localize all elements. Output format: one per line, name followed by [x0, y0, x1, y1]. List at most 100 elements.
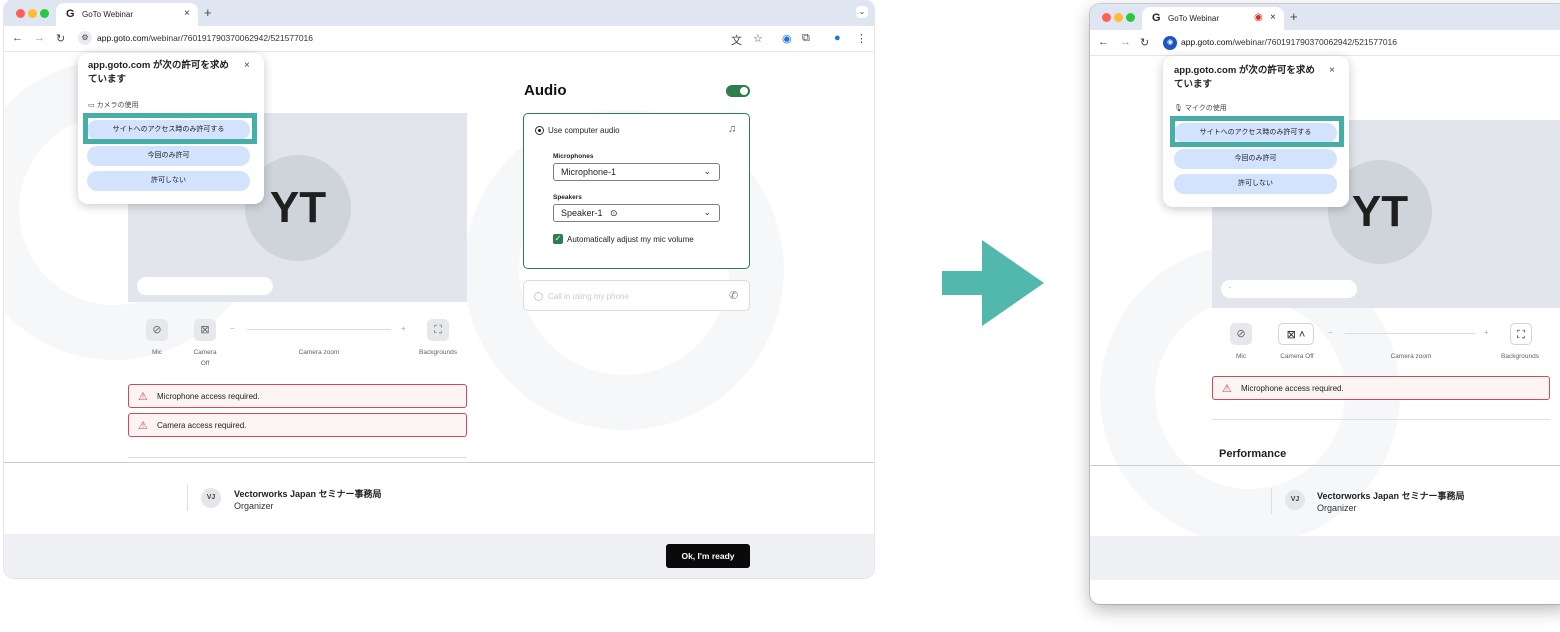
call-in-label: Call in using my phone — [548, 292, 629, 301]
mic-label: Mic — [1235, 353, 1247, 360]
ready-button[interactable]: Ok, I'm ready — [666, 544, 750, 568]
zoom-window-dot[interactable] — [1126, 13, 1135, 22]
performance-title: Performance — [1219, 448, 1287, 460]
audio-title: Audio — [524, 82, 567, 99]
footer-bar: Ok, I'm ready — [4, 534, 874, 578]
computer-audio-box[interactable]: Use computer audio ♫ Microphones Microph… — [523, 113, 750, 269]
mic-label: Mic — [151, 349, 163, 356]
tab-close-icon[interactable]: × — [1270, 12, 1276, 23]
use-computer-audio-label: Use computer audio — [548, 126, 620, 135]
microphones-label: Microphones — [553, 153, 594, 160]
forward-icon[interactable]: → — [34, 32, 45, 44]
speaker-select[interactable]: Speaker-1 ⊙ ⌄ — [553, 204, 720, 222]
mic-off-icon[interactable]: ⊘ — [1230, 323, 1252, 345]
organizer-role: Organizer — [1317, 503, 1357, 513]
footer-bar — [1090, 536, 1560, 580]
backgrounds-label: Backgrounds — [1501, 353, 1539, 360]
close-window-dot[interactable] — [16, 9, 25, 18]
profile-icon[interactable]: ● — [834, 32, 841, 44]
auto-adjust-label: Automatically adjust my mic volume — [567, 235, 694, 244]
translate-icon[interactable]: 文 — [731, 32, 742, 48]
minimize-window-dot[interactable] — [28, 9, 37, 18]
warning-icon: ⚠ — [1222, 383, 1232, 395]
zoom-plus[interactable]: + — [1484, 328, 1489, 337]
menu-icon[interactable]: ⋮ — [856, 32, 867, 45]
url-text[interactable]: app.goto.com/webinar/7601917903700629​42… — [1181, 37, 1397, 47]
close-window-dot[interactable] — [1102, 13, 1111, 22]
footer-divider — [1090, 465, 1560, 466]
camera-permission-row: ▭ カメラの使用 — [88, 100, 139, 110]
url-path: /webinar/7601917903700629​42/521577016 — [1232, 37, 1398, 47]
background-icon[interactable]: ⛶ — [427, 319, 449, 341]
url-text[interactable]: app.goto.com/webinar/7601917903700629​42… — [97, 33, 313, 43]
popup-title-line1: app.goto.com が次の許可を求め — [1174, 65, 1315, 76]
minimize-window-dot[interactable] — [1114, 13, 1123, 22]
organizer-avatar: VJ — [201, 488, 221, 508]
alert-text: Microphone access required. — [157, 392, 260, 401]
zoom-plus[interactable]: + — [401, 324, 406, 333]
mic-permission-row: 🎙 マイクの使用 — [1174, 103, 1227, 113]
browser-window-before: G GoTo Webinar × + ⌄ ← → ↻ ⚙ app.goto.co… — [4, 0, 874, 578]
microphone-select[interactable]: Microphone-1 ⌄ — [553, 163, 720, 181]
reload-icon[interactable]: ↻ — [1140, 36, 1149, 49]
camera-zoom-slider[interactable] — [1345, 333, 1475, 334]
vertical-divider — [187, 485, 188, 511]
audio-toggle[interactable] — [726, 85, 750, 97]
highlight-box — [1170, 116, 1344, 147]
browser-tab[interactable]: G GoTo Webinar ◉ × — [1142, 7, 1284, 30]
browser-tab[interactable]: G GoTo Webinar × — [56, 3, 198, 26]
transition-arrow-icon — [982, 240, 1044, 326]
computer-audio-radio[interactable] — [535, 126, 544, 135]
call-in-box[interactable]: Call in using my phone ✆ — [523, 280, 750, 311]
zoom-window-dot[interactable] — [40, 9, 49, 18]
zoom-minus[interactable]: − — [1328, 328, 1333, 337]
warning-icon: ⚠ — [138, 420, 148, 432]
new-tab-button[interactable]: + — [204, 5, 212, 20]
goto-favicon-icon: G — [66, 8, 75, 20]
goto-favicon-icon: G — [1152, 12, 1161, 24]
site-info-icon[interactable]: ◉ — [1163, 36, 1177, 50]
new-tab-button[interactable]: + — [1290, 9, 1298, 24]
tab-list-chevron-icon[interactable]: ⌄ — [856, 6, 868, 18]
headset-icon: ♫ — [728, 123, 737, 135]
mic-off-icon[interactable]: ⊘ — [146, 319, 168, 341]
never-allow-button[interactable]: 許可しない — [87, 171, 250, 191]
popup-title-line2: ています — [88, 74, 127, 85]
star-icon[interactable]: ☆ — [753, 32, 763, 45]
allow-this-time-button[interactable]: 今回のみ許可 — [1174, 149, 1337, 169]
camera-off-icon[interactable]: ⊠ ˄ — [1278, 323, 1314, 345]
reload-icon[interactable]: ↻ — [56, 32, 65, 45]
speakers-label: Speakers — [553, 194, 582, 201]
camera-zoom-slider[interactable] — [247, 329, 391, 330]
tab-close-icon[interactable]: × — [184, 8, 190, 19]
site-info-icon[interactable]: ⚙ — [78, 31, 92, 45]
permission-label: カメラの使用 — [96, 102, 139, 109]
title-bar: G GoTo Webinar × + ⌄ — [4, 0, 874, 26]
forward-icon[interactable]: → — [1120, 36, 1131, 48]
popup-title-line1: app.goto.com が次の許可を求め — [88, 60, 229, 71]
organizer-name: Vectorworks Japan セミナー事務局 — [1317, 491, 1465, 501]
mic-icon: 🎙 — [1174, 105, 1185, 112]
back-icon[interactable]: ← — [12, 32, 23, 44]
puzzle-icon[interactable]: ⧉ — [802, 32, 810, 45]
address-bar: ← → ↻ ◉ app.goto.com/webinar/76019179037… — [1090, 30, 1560, 56]
background-icon[interactable]: ⛶ — [1510, 323, 1532, 345]
play-icon[interactable]: ⊙ — [610, 208, 618, 219]
extension-icon[interactable]: ◉ — [782, 32, 792, 45]
popup-close-icon[interactable]: × — [244, 60, 250, 71]
popup-title-line2: ています — [1174, 79, 1213, 90]
backgrounds-label: Backgrounds — [419, 349, 457, 356]
zoom-minus[interactable]: − — [230, 324, 235, 333]
camera-off-icon[interactable]: ⊠ — [194, 319, 216, 341]
speaker-value: Speaker-1 — [561, 208, 603, 218]
alert-text: Camera access required. — [157, 421, 247, 430]
auto-adjust-checkbox[interactable]: ✓ — [553, 234, 563, 244]
tab-title: GoTo Webinar — [82, 10, 133, 19]
allow-this-time-button[interactable]: 今回のみ許可 — [87, 146, 250, 166]
call-in-radio[interactable] — [534, 292, 543, 301]
camera-label: Camera Off — [193, 349, 217, 367]
never-allow-button[interactable]: 許可しない — [1174, 174, 1337, 194]
back-icon[interactable]: ← — [1098, 36, 1109, 48]
microphone-alert: ⚠ Microphone access required. — [1212, 376, 1550, 400]
popup-close-icon[interactable]: × — [1329, 65, 1335, 76]
